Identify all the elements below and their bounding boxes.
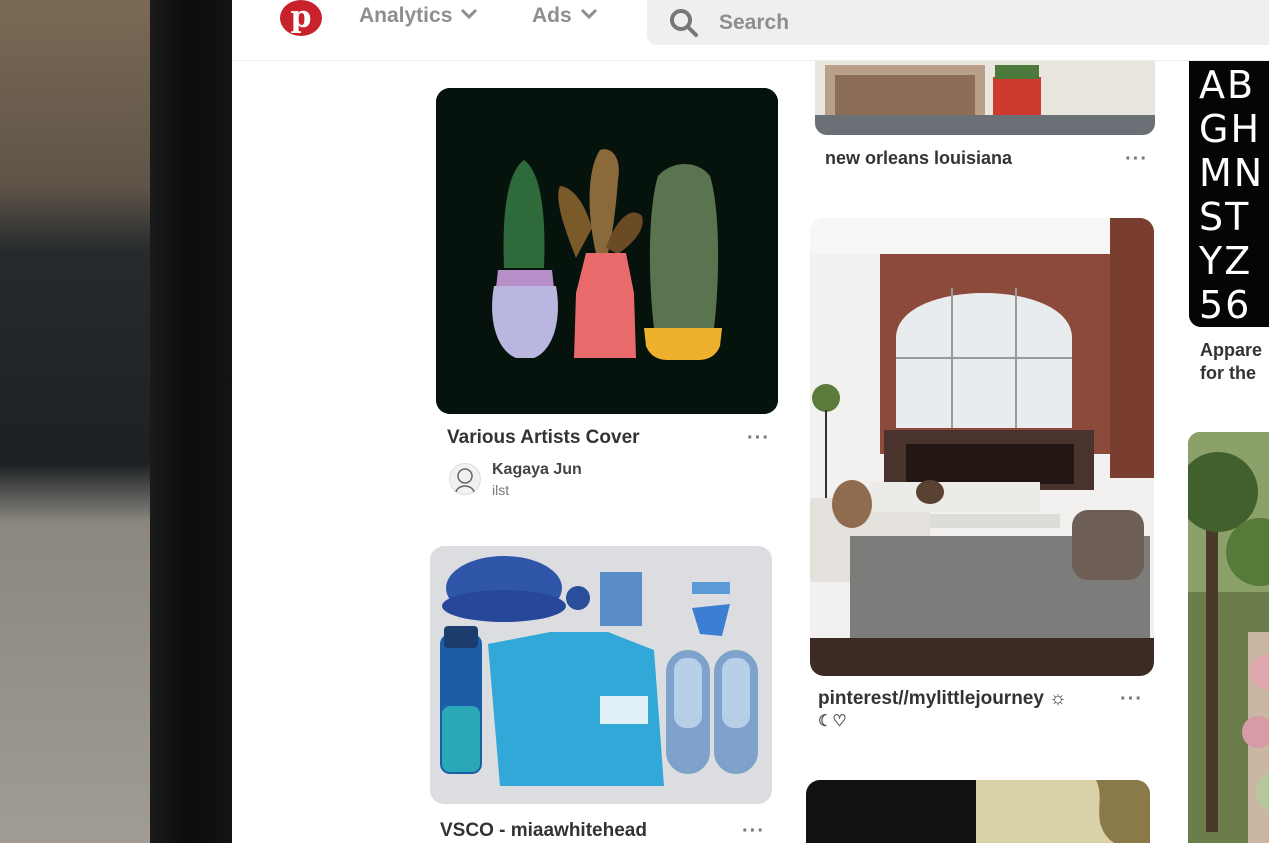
pin-image-garden[interactable]: [1188, 432, 1269, 843]
analytics-label: Analytics: [359, 4, 453, 27]
pin-image-marble[interactable]: [806, 780, 1150, 843]
pin-image-cactus[interactable]: [436, 88, 778, 414]
analytics-menu[interactable]: Analytics: [359, 4, 478, 28]
monitor-bezel: [150, 0, 242, 843]
avatar[interactable]: [449, 463, 481, 495]
typography-row: YZ: [1199, 239, 1253, 283]
search-bar[interactable]: [647, 0, 1269, 45]
pin-title-new-orleans[interactable]: new orleans louisiana: [825, 148, 1012, 169]
pin-image-new-orleans[interactable]: [815, 55, 1155, 135]
author-subtitle: ilst: [492, 482, 510, 498]
pin-image-typography[interactable]: AB GH MN ST YZ 56: [1189, 55, 1269, 327]
chevron-down-icon: [460, 7, 478, 25]
typography-letters: AB GH MN ST YZ 56: [1189, 55, 1269, 327]
ads-label: Ads: [532, 4, 572, 27]
pin-title-vsco[interactable]: VSCO - miaawhitehead: [440, 820, 647, 842]
pin-subtitle-interior: ☾♡: [818, 713, 847, 730]
typography-row: GH: [1199, 107, 1262, 151]
top-nav-bar: p Analytics Ads: [232, 0, 1269, 61]
typography-row: AB: [1199, 63, 1256, 107]
ads-menu[interactable]: Ads: [532, 4, 598, 28]
typography-row: ST: [1199, 195, 1251, 239]
pin-title-apparel-line2: for the: [1200, 363, 1256, 383]
more-options-icon[interactable]: ···: [1125, 148, 1148, 171]
more-options-icon[interactable]: ···: [742, 820, 765, 843]
pin-image-interior-loft[interactable]: [810, 218, 1154, 676]
search-input[interactable]: [717, 9, 1221, 36]
author-name[interactable]: Kagaya Jun: [492, 461, 582, 479]
background-desk: [0, 0, 165, 843]
pin-title-interior[interactable]: pinterest//mylittlejourney ☼: [818, 688, 1067, 710]
typography-row: 56: [1199, 283, 1252, 327]
typography-row: MN: [1199, 151, 1265, 195]
search-icon: [670, 8, 698, 37]
browser-screen: p Analytics Ads Search new orleans louis…: [232, 0, 1269, 843]
pin-image-vsco-flatlay[interactable]: [430, 546, 772, 804]
more-options-icon[interactable]: ···: [1120, 688, 1143, 711]
pin-title-various-artists[interactable]: Various Artists Cover: [447, 427, 640, 449]
chevron-down-icon: [580, 7, 598, 25]
pin-title-apparel[interactable]: Appare: [1200, 340, 1262, 361]
pinterest-logo-icon[interactable]: p: [280, 0, 322, 36]
more-options-icon[interactable]: ···: [747, 427, 770, 450]
